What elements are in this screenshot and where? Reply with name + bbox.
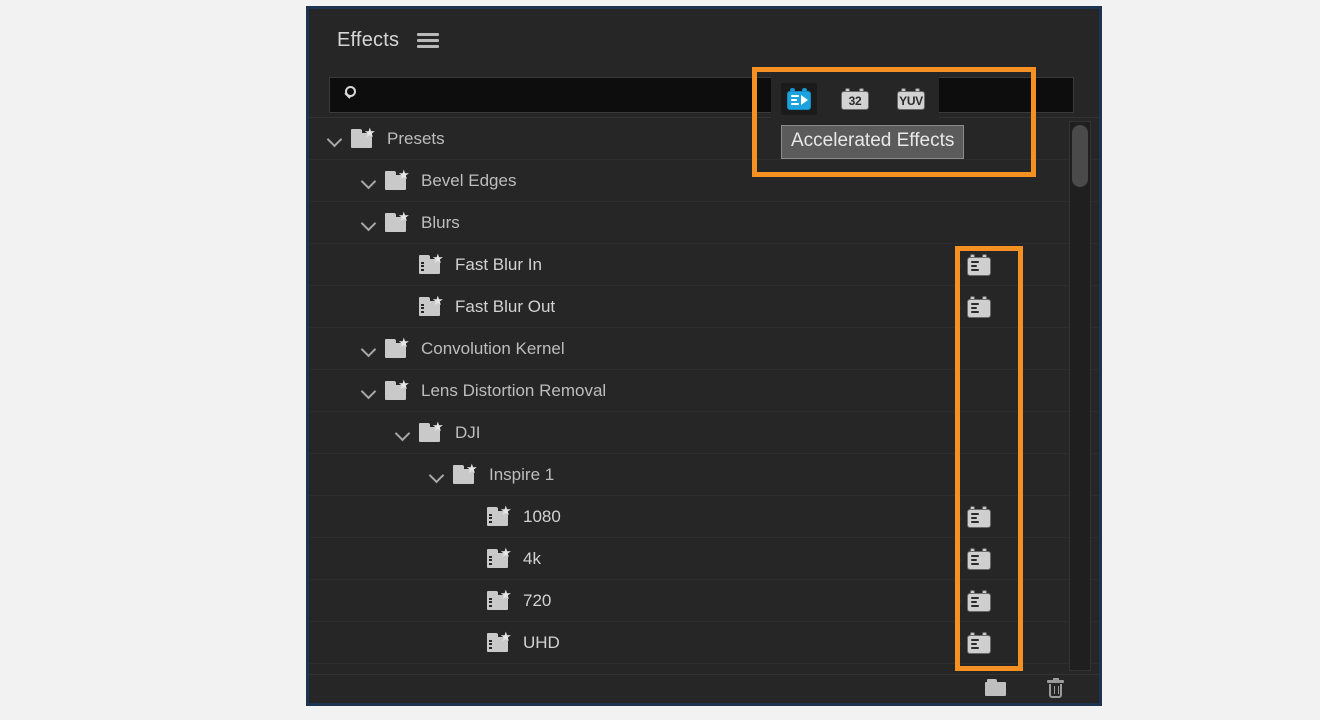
hamburger-menu-icon[interactable] bbox=[417, 29, 440, 51]
preset-icon: ★ bbox=[487, 588, 513, 611]
chevron-down-icon[interactable] bbox=[327, 131, 343, 147]
tree-row[interactable]: ★ Bevel Edges bbox=[309, 160, 1099, 202]
accelerated-effect-badge bbox=[957, 590, 991, 612]
tree-row[interactable]: ★ Fast Blur Out bbox=[309, 286, 1099, 328]
tree-row-label: UHD bbox=[523, 632, 560, 652]
panel-header: Effects bbox=[309, 9, 1099, 71]
accelerated-effect-badge bbox=[957, 548, 991, 570]
new-folder-icon[interactable] bbox=[983, 678, 1009, 700]
chevron-down-icon[interactable] bbox=[429, 467, 445, 483]
tree-row-label: Lens Distortion Removal bbox=[421, 380, 607, 400]
accelerated-effect-badge bbox=[957, 254, 991, 276]
yuv-color-icon: YUV bbox=[897, 88, 925, 110]
32-bit-color-filter-button[interactable]: 32 bbox=[837, 83, 873, 115]
folder-icon: ★ bbox=[385, 210, 411, 233]
effects-panel: Effects ★ Presets ★ Bevel Edges ★ Blurs ★ Fast … bbox=[306, 6, 1102, 706]
tree-row[interactable]: ★ Lens Distortion Removal bbox=[309, 370, 1099, 412]
chevron-down-icon[interactable] bbox=[361, 341, 377, 357]
tree-row-label: Convolution Kernel bbox=[421, 338, 565, 358]
tree-row-label: Inspire 1 bbox=[489, 464, 555, 484]
effects-tree[interactable]: ★ Presets ★ Bevel Edges ★ Blurs ★ Fast Blur In ★… bbox=[309, 118, 1099, 675]
folder-icon: ★ bbox=[385, 168, 411, 191]
panel-footer bbox=[309, 674, 1099, 703]
32-bit-label: 32 bbox=[848, 93, 862, 108]
folder-icon: ★ bbox=[351, 126, 377, 149]
preset-icon: ★ bbox=[487, 546, 513, 569]
tree-row-label: 1080 bbox=[523, 506, 561, 526]
tooltip-accelerated-effects: Accelerated Effects bbox=[781, 125, 965, 159]
tree-row-label: 4k bbox=[523, 548, 541, 568]
tree-row-label: Blurs bbox=[421, 212, 460, 232]
chevron-down-icon[interactable] bbox=[361, 215, 377, 231]
search-icon bbox=[342, 86, 360, 104]
vertical-scrollbar[interactable] bbox=[1069, 121, 1091, 671]
search-input[interactable] bbox=[360, 78, 1073, 112]
tree-row-label: DJI bbox=[455, 422, 481, 442]
accelerated-effect-badge bbox=[957, 632, 991, 654]
folder-icon: ★ bbox=[419, 420, 445, 443]
tree-row[interactable]: ★ Blurs bbox=[309, 202, 1099, 244]
accelerated-effects-icon bbox=[787, 88, 811, 110]
scrollbar-thumb[interactable] bbox=[1072, 125, 1088, 187]
tree-row[interactable]: ★ Inspire 1 bbox=[309, 454, 1099, 496]
search-row bbox=[309, 71, 1099, 118]
tree-row[interactable]: ★ 1080 bbox=[309, 496, 1099, 538]
tree-row[interactable]: ★ 4k bbox=[309, 538, 1099, 580]
yuv-label: YUV bbox=[899, 93, 923, 108]
folder-icon: ★ bbox=[385, 378, 411, 401]
tree-row[interactable]: ★ DJI bbox=[309, 412, 1099, 454]
tree-row[interactable]: ★ Presets bbox=[309, 118, 1099, 160]
preset-icon: ★ bbox=[487, 630, 513, 653]
preset-icon: ★ bbox=[419, 294, 445, 317]
filter-toolbar: 32 YUV bbox=[771, 77, 939, 121]
tree-row[interactable]: ★ UHD bbox=[309, 622, 1099, 664]
tree-row[interactable]: ★ Fast Blur In bbox=[309, 244, 1099, 286]
tree-row-label: Fast Blur In bbox=[455, 254, 542, 274]
preset-icon: ★ bbox=[419, 252, 445, 275]
chevron-down-icon[interactable] bbox=[361, 173, 377, 189]
preset-icon: ★ bbox=[487, 504, 513, 527]
trash-icon[interactable] bbox=[1043, 678, 1069, 700]
chevron-down-icon[interactable] bbox=[395, 425, 411, 441]
tree-row-label: Presets bbox=[387, 128, 445, 148]
page-title: Effects bbox=[337, 28, 400, 51]
yuv-color-filter-button[interactable]: YUV bbox=[893, 83, 929, 115]
tree-row-label: Fast Blur Out bbox=[455, 296, 556, 316]
folder-icon: ★ bbox=[453, 462, 479, 485]
effects-panel-inner: Effects ★ Presets ★ Bevel Edges ★ Blurs ★ Fast … bbox=[309, 9, 1099, 703]
search-field[interactable] bbox=[329, 77, 1074, 113]
tree-row[interactable]: ★ 720 bbox=[309, 580, 1099, 622]
chevron-down-icon[interactable] bbox=[361, 383, 377, 399]
accelerated-effect-badge bbox=[957, 296, 991, 318]
32-bit-color-icon: 32 bbox=[841, 88, 869, 110]
tree-row-label: Bevel Edges bbox=[421, 170, 517, 190]
accelerated-effect-badge bbox=[957, 506, 991, 528]
folder-icon: ★ bbox=[385, 336, 411, 359]
tree-row-label: 720 bbox=[523, 590, 552, 610]
tree-row[interactable]: ★ Convolution Kernel bbox=[309, 328, 1099, 370]
accelerated-effects-filter-button[interactable] bbox=[781, 83, 817, 115]
